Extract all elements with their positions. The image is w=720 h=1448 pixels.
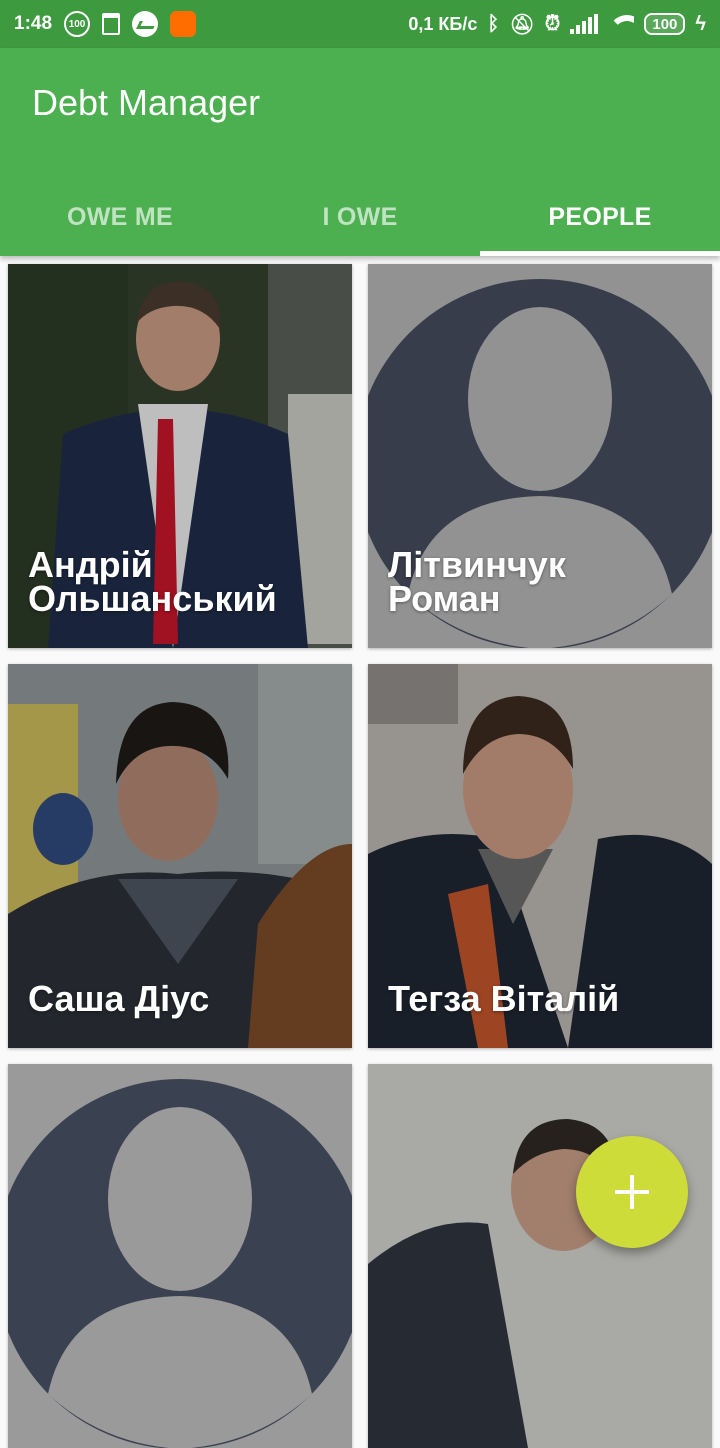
person-name: Літвинчук Роман (388, 544, 566, 619)
app-bar: Debt Manager OWE ME I OWE PEOPLE (0, 48, 720, 256)
app-icon (170, 11, 197, 37)
tab-owe-me[interactable]: OWE ME (0, 178, 240, 256)
wifi-icon (608, 15, 635, 33)
notification-100-icon: 100 (64, 11, 91, 37)
person-name: Андрій Ольшанський (28, 544, 277, 619)
tab-people[interactable]: PEOPLE (480, 178, 720, 256)
status-time: 1:48 (14, 13, 53, 34)
person-card[interactable]: Літвинчук Роман (368, 264, 712, 648)
person-card[interactable]: Тегза Віталій (368, 664, 712, 1048)
status-bar: 1:48 100 0,1 КБ/с ᛒ 🔕︎ ⏰︎ 100 ϟ (0, 0, 720, 48)
alarm-icon: ⏰︎ (544, 12, 561, 35)
charging-icon: ϟ (695, 12, 706, 35)
trash-icon (102, 13, 121, 35)
people-grid: Андрій Ольшанський Літвинчук Роман Саша … (0, 256, 720, 1448)
person-card[interactable] (8, 1064, 352, 1448)
tab-bar: OWE ME I OWE PEOPLE (0, 178, 720, 256)
person-card[interactable]: Андрій Ольшанський (8, 264, 352, 648)
person-name: Саша Діус (28, 978, 210, 1019)
battery-icon: 100 (644, 13, 686, 35)
tab-i-owe[interactable]: I OWE (240, 178, 480, 256)
bluetooth-icon: ᛒ (487, 12, 500, 35)
signal-icon (570, 14, 599, 34)
person-card[interactable] (368, 1064, 712, 1448)
add-person-button[interactable] (576, 1136, 688, 1248)
app-title: Debt Manager (32, 82, 261, 123)
messenger-icon (132, 11, 159, 37)
mute-icon: 🔕︎ (509, 13, 535, 36)
person-card[interactable]: Саша Діус (8, 664, 352, 1048)
person-name: Тегза Віталій (388, 978, 620, 1019)
network-speed: 0,1 КБ/с (408, 13, 478, 34)
plus-icon (615, 1175, 649, 1209)
default-avatar-icon (8, 1064, 352, 1448)
